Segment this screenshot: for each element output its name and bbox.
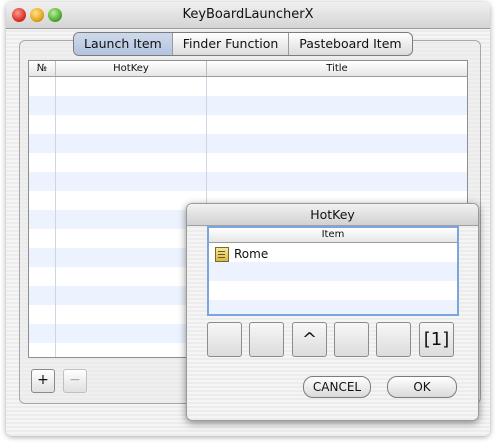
control-key[interactable]: ^ [292, 322, 327, 357]
modifier-key-5[interactable] [376, 322, 411, 357]
sheet-title: HotKey [187, 204, 478, 226]
column-divider [55, 77, 56, 357]
tab-launch-item[interactable]: Launch Item [74, 33, 173, 55]
item-table[interactable]: Item Rome [207, 226, 459, 316]
cancel-button[interactable]: CANCEL [303, 376, 371, 398]
column-title[interactable]: Title [207, 61, 467, 76]
modifier-key-2[interactable] [249, 322, 284, 357]
document-icon [215, 246, 229, 262]
column-number[interactable]: № [29, 61, 56, 76]
window-title: KeyBoardLauncherX [182, 7, 314, 22]
modifier-key-4[interactable] [334, 322, 369, 357]
column-hotkey[interactable]: HotKey [56, 61, 207, 76]
list-item-label: Rome [234, 247, 269, 261]
tab-finder-function[interactable]: Finder Function [173, 33, 290, 55]
modifier-key-1[interactable] [207, 322, 242, 357]
tab-pasteboard-item[interactable]: Pasteboard Item [289, 33, 411, 55]
key-1[interactable]: [1] [419, 322, 454, 357]
title-bar: KeyBoardLauncherX [6, 2, 490, 29]
item-rows[interactable]: Rome [209, 243, 457, 314]
ok-button[interactable]: OK [387, 376, 457, 398]
hotkey-sheet: HotKey Item Rome ^ [1] CANCEL OK [186, 203, 479, 421]
list-item[interactable]: Rome [215, 245, 268, 263]
column-item[interactable]: Item [209, 228, 457, 243]
remove-button[interactable]: − [63, 369, 87, 393]
add-button[interactable]: + [31, 369, 55, 393]
table-header: № HotKey Title [29, 61, 467, 77]
segmented-tabs: Launch Item Finder Function Pasteboard I… [73, 32, 413, 56]
